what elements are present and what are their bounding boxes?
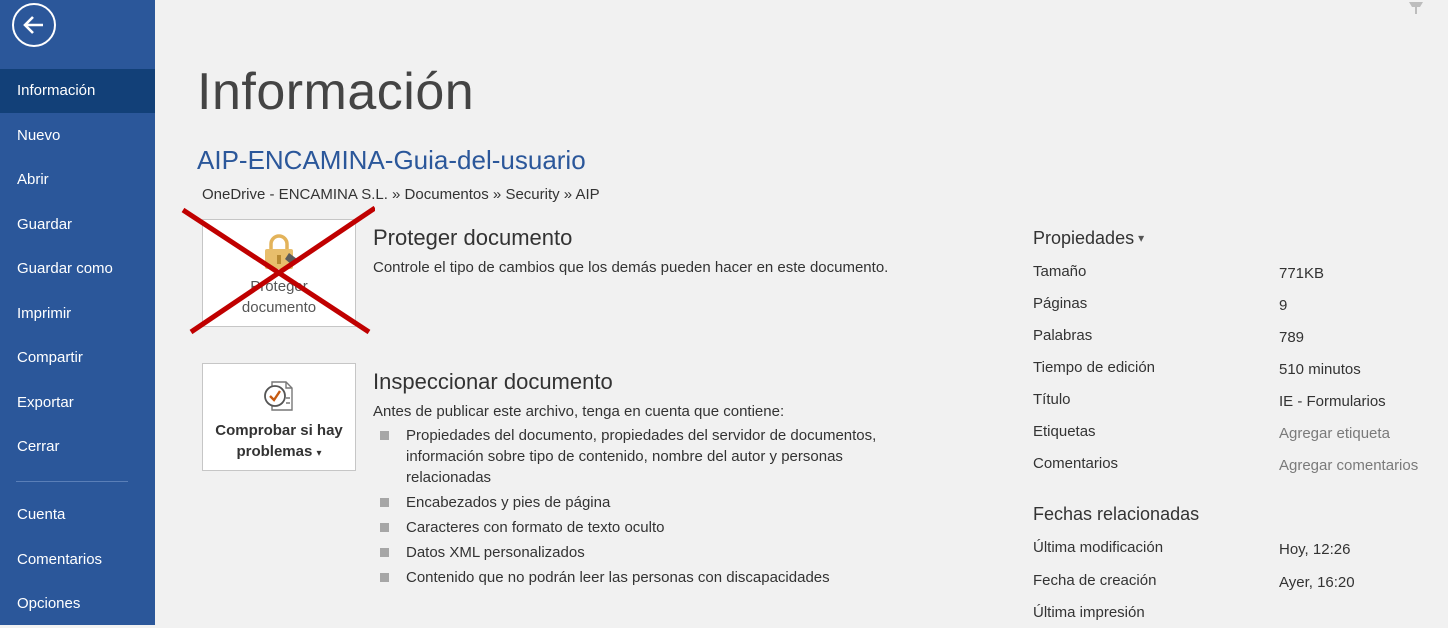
page-title: Información	[197, 63, 475, 121]
list-item: Caracteres con formato de texto oculto	[378, 517, 918, 538]
nav-item-compartir[interactable]: Compartir	[0, 336, 155, 380]
property-row-title: Título IE - Formularios	[1033, 391, 1386, 410]
protect-document-button[interactable]: Proteger documento	[181, 206, 375, 335]
back-arrow-icon	[23, 16, 43, 34]
inspect-items-list: Propiedades del documento, propiedades d…	[378, 425, 918, 592]
nav-item-guardar[interactable]: Guardar	[0, 203, 155, 247]
nav-item-exportar[interactable]: Exportar	[0, 381, 155, 425]
backstage-sidebar: Información Nuevo Abrir Guardar Guardar …	[0, 0, 155, 625]
check-issues-box-label: Comprobar si hay problemas ▾	[215, 422, 343, 460]
date-row-last-printed: Última impresión	[1033, 604, 1145, 621]
title-value[interactable]: IE - Formularios	[1279, 393, 1386, 410]
date-row-created: Fecha de creación Ayer, 16:20	[1033, 572, 1355, 591]
inspect-document-icon	[264, 381, 293, 411]
protect-document-description: Controle el tipo de cambios que los demá…	[373, 259, 889, 276]
property-row-comments: Comentarios Agregar comentarios	[1033, 455, 1419, 474]
nav-item-cerrar[interactable]: Cerrar	[0, 425, 155, 469]
check-for-issues-button[interactable]: Comprobar si hay problemas ▾	[202, 363, 356, 471]
nav-item-abrir[interactable]: Abrir	[0, 158, 155, 202]
list-item: Datos XML personalizados	[378, 542, 918, 563]
document-name: AIP-ENCAMINA-Guia-del-usuario	[197, 145, 586, 175]
protect-document-title: Proteger documento	[373, 225, 573, 250]
properties-panel: Propiedades ▾ Tamaño 771KB Páginas 9 Pala…	[1033, 0, 1448, 625]
date-row-last-modified: Última modificación Hoy, 12:26	[1033, 539, 1351, 558]
property-row-edit-time: Tiempo de edición 510 minutos	[1033, 359, 1361, 378]
nav-separator	[16, 481, 128, 482]
nav-item-cuenta[interactable]: Cuenta	[0, 493, 155, 537]
nav-item-guardar-como[interactable]: Guardar como	[0, 247, 155, 291]
add-tag-field[interactable]: Agregar etiqueta	[1279, 425, 1390, 442]
nav-item-imprimir[interactable]: Imprimir	[0, 292, 155, 336]
nav-item-comentarios[interactable]: Comentarios	[0, 538, 155, 582]
property-row-words: Palabras 789	[1033, 327, 1305, 346]
property-row-size: Tamaño 771KB	[1033, 263, 1325, 282]
nav-item-opciones[interactable]: Opciones	[0, 582, 155, 626]
add-comments-field[interactable]: Agregar comentarios	[1279, 457, 1418, 474]
pin-icon[interactable]	[1405, 0, 1429, 14]
dropdown-caret-icon: ▾	[1138, 231, 1145, 245]
info-pane: Información AIP-ENCAMINA-Guia-del-usuari…	[155, 0, 1448, 625]
property-row-tags: Etiquetas Agregar etiqueta	[1033, 423, 1390, 442]
list-item: Contenido que no podrán leer las persona…	[378, 567, 918, 588]
document-path[interactable]: OneDrive - ENCAMINA S.L. » Documentos » …	[202, 186, 600, 203]
dropdown-caret-icon: ▾	[316, 448, 322, 459]
list-item: Encabezados y pies de página	[378, 492, 918, 513]
property-row-pages: Páginas 9	[1033, 295, 1288, 314]
properties-dropdown[interactable]: Propiedades ▾	[1033, 228, 1144, 249]
list-item: Propiedades del documento, propiedades d…	[378, 425, 918, 488]
related-dates-header: Fechas relacionadas	[1033, 504, 1200, 524]
nav-item-informacion[interactable]: Información	[0, 69, 155, 113]
back-button[interactable]	[12, 3, 56, 47]
cross-out-mark	[181, 206, 375, 335]
inspect-document-title: Inspeccionar documento	[373, 369, 613, 394]
inspect-document-description: Antes de publicar este archivo, tenga en…	[373, 403, 785, 420]
nav-item-nuevo[interactable]: Nuevo	[0, 114, 155, 158]
